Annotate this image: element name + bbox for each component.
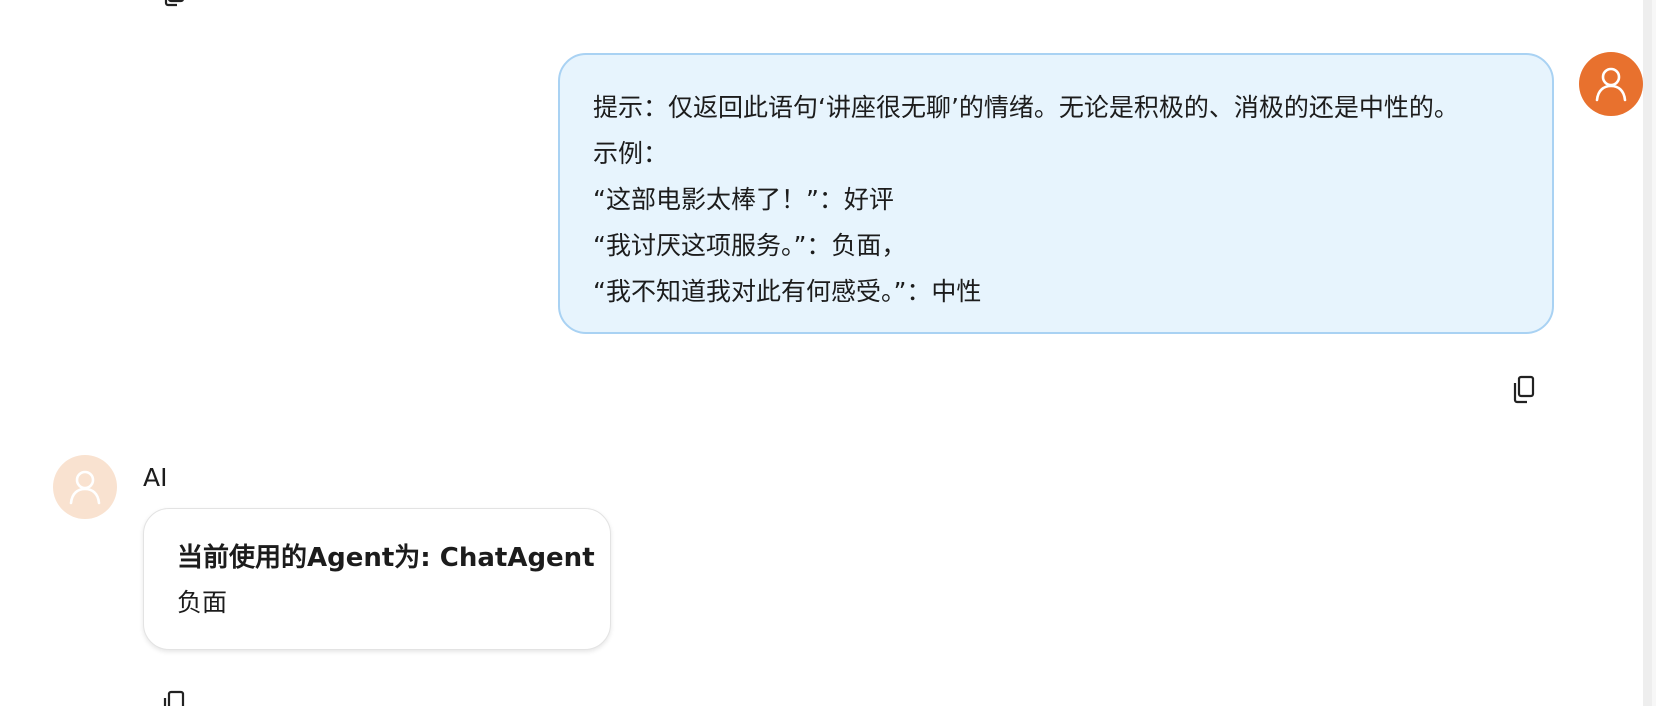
user-message-line: 示例：: [593, 139, 669, 168]
ai-answer-text: 负面: [177, 588, 228, 617]
user-message-bubble: 提示：仅返回此语句‘讲座很无聊’的情绪。无论是积极的、消极的还是中性的。 示例：…: [558, 53, 1554, 334]
user-message-line: “这部电影太棒了！”：好评: [593, 185, 894, 214]
chat-page: 提示：仅返回此语句‘讲座很无聊’的情绪。无论是积极的、消极的还是中性的。 示例：…: [0, 0, 1656, 706]
copy-ai-message-button[interactable]: [160, 690, 186, 706]
agent-info-text: 当前使用的Agent为: ChatAgent: [177, 543, 595, 573]
ai-message-bubble: 当前使用的Agent为: ChatAgent 负面: [143, 508, 611, 650]
scrollbar-thumb[interactable]: [1643, 0, 1652, 706]
copy-icon: [163, 690, 185, 706]
copy-message-button[interactable]: [1510, 375, 1536, 405]
ai-avatar: [53, 455, 117, 519]
user-avatar: [1579, 52, 1643, 116]
user-icon: [1595, 67, 1627, 102]
user-message-line: “我讨厌这项服务。”：负面，: [593, 231, 907, 260]
ai-sender-name: AI: [143, 463, 168, 492]
user-message-line: 提示：仅返回此语句‘讲座很无聊’的情绪。无论是积极的、消极的还是中性的。: [593, 93, 1459, 122]
user-icon: [69, 470, 101, 505]
copy-icon-previous[interactable]: [160, 0, 186, 8]
copy-icon: [1513, 375, 1535, 404]
user-message-line: “我不知道我对此有何感受。”：中性: [593, 277, 982, 306]
